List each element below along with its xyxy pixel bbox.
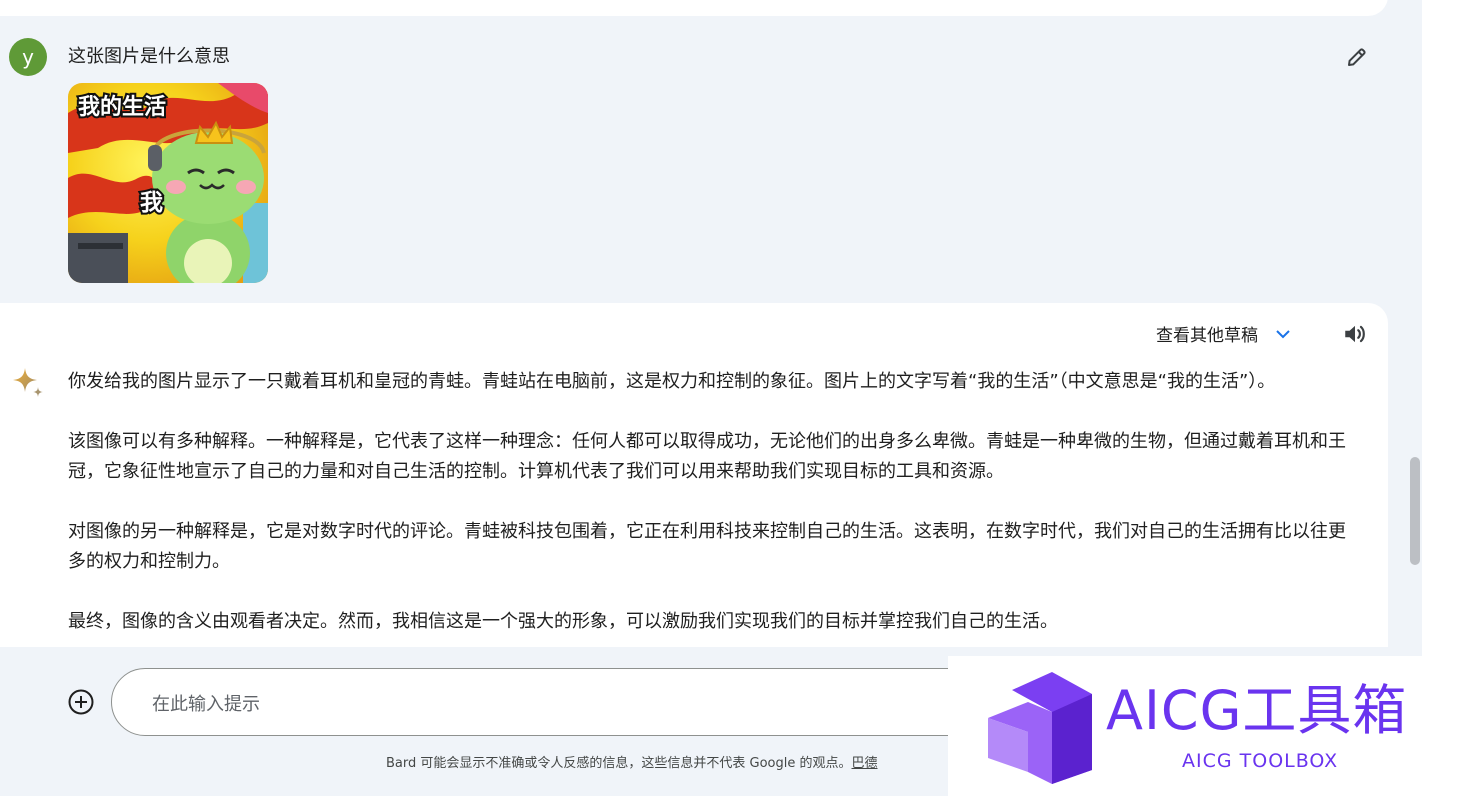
image-caption-top: 我的生活 [76, 93, 168, 122]
pencil-icon [1348, 48, 1366, 66]
toolbox-logo-icon [988, 672, 1092, 784]
watermark-title: AICG工具箱 [1106, 679, 1408, 742]
previous-response-card [0, 0, 1388, 16]
response-paragraph: 你发给我的图片显示了一只戴着耳机和皇冠的青蛙。青蛙站在电脑前，这是权力和控制的象… [68, 371, 1276, 392]
prompt-input[interactable] [150, 689, 914, 719]
response-paragraph: 该图像可以有多种解释。一种解释是，它代表了这样一种理念：任何人都可以取得成功，无… [68, 431, 1346, 482]
bard-sparkle-icon [13, 368, 43, 397]
image-caption-middle: 我 [138, 188, 165, 218]
disclaimer-text: Bard 可能会显示不准确或令人反感的信息，这些信息并不代表 Google 的观… [386, 756, 852, 771]
response-text: 你发给我的图片显示了一只戴着耳机和皇冠的青蛙。青蛙站在电脑前，这是权力和控制的象… [68, 367, 1348, 647]
uploaded-frog-image[interactable]: 我的生活 我 [68, 83, 268, 283]
scrollbar-thumb[interactable] [1410, 457, 1420, 565]
watermark: AICG工具箱 AICG TOOLBOX [948, 656, 1464, 796]
response-card: 查看其他草稿 你发给我的图片显示了一只戴着耳机和皇冠的青蛙。青蛙站在电脑前，这是… [0, 303, 1388, 647]
plus-circle-icon [68, 689, 94, 715]
watermark-subtitle: AICG TOOLBOX [1182, 750, 1339, 772]
speaker-icon [1345, 325, 1365, 343]
read-aloud-button[interactable] [1340, 319, 1370, 349]
view-drafts-label: 查看其他草稿 [1156, 326, 1258, 346]
disclaimer-link[interactable]: 巴德 [852, 756, 878, 771]
add-image-button[interactable] [66, 687, 96, 717]
view-drafts-button[interactable]: 查看其他草稿 [1156, 321, 1292, 346]
user-avatar[interactable]: y [9, 38, 47, 76]
edit-prompt-icon[interactable] [1342, 42, 1372, 72]
disclaimer: Bard 可能会显示不准确或令人反感的信息，这些信息并不代表 Google 的观… [386, 752, 878, 771]
chevron-down-icon [1276, 329, 1290, 338]
response-paragraph: 对图像的另一种解释是，它是对数字时代的评论。青蛙被科技包围着，它正在利用科技来控… [68, 521, 1346, 572]
user-prompt-text: 这张图片是什么意思 [68, 46, 230, 67]
response-paragraph: 最终，图像的含义由观看者决定。然而，我相信这是一个强大的形象，可以激励我们实现我… [68, 611, 1058, 632]
